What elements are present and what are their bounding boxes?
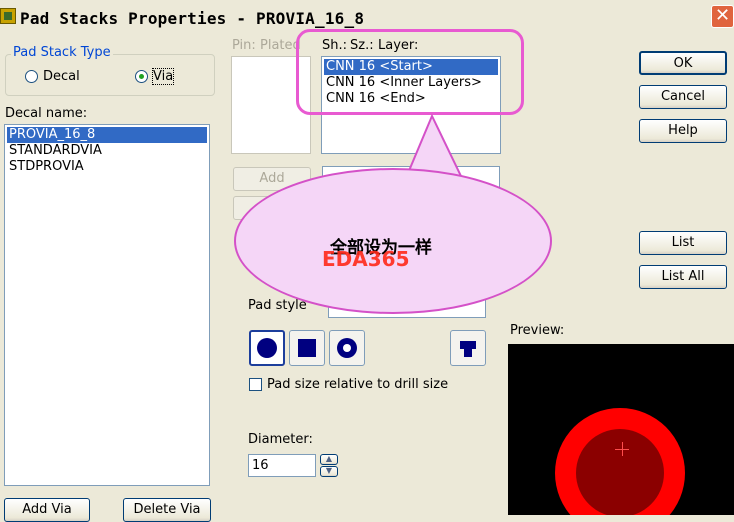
relative-size-checkbox[interactable] [249, 378, 262, 391]
list-button[interactable]: List [639, 231, 727, 255]
drill-hole-shape [576, 429, 664, 515]
custom-pad-icon [460, 341, 476, 357]
decal-name-label: Decal name: [5, 106, 88, 121]
window-title: Pad Stacks Properties - PROVIA_16_8 [20, 9, 365, 28]
square-pad-icon [298, 339, 316, 357]
diameter-spinner[interactable]: ▲ ▼ [320, 454, 338, 477]
pad-stack-type-legend: Pad Stack Type [11, 45, 113, 60]
via-radio[interactable] [135, 70, 148, 83]
diameter-label: Diameter: [248, 432, 313, 447]
layer-highlight-callout [296, 29, 524, 115]
decal-list-item[interactable]: STANDARDVIA [7, 143, 207, 159]
app-icon [0, 8, 16, 24]
spin-up-icon[interactable]: ▲ [320, 454, 338, 465]
round-pad-button[interactable] [249, 330, 285, 366]
decal-radio[interactable] [25, 70, 38, 83]
custom-pad-button[interactable] [450, 330, 486, 366]
decal-list-item[interactable]: PROVIA_16_8 [7, 127, 207, 143]
via-radio-label: Via [151, 68, 175, 85]
annular-pad-icon [337, 338, 357, 358]
diameter-value: 16 [252, 458, 269, 473]
crosshair-icon [622, 442, 623, 456]
decal-list[interactable]: PROVIA_16_8 STANDARDVIA STDPROVIA [4, 124, 210, 486]
spin-down-icon[interactable]: ▼ [320, 466, 338, 477]
add-via-button[interactable]: Add Via [4, 498, 90, 522]
delete-via-button[interactable]: Delete Via [123, 498, 211, 522]
plated-header: Plated [260, 38, 301, 53]
round-pad-icon [257, 338, 277, 358]
eda365-watermark: EDA365 [322, 247, 410, 271]
pin-header: Pin: [232, 38, 256, 53]
help-button[interactable]: Help [639, 119, 727, 143]
diameter-input[interactable]: 16 [248, 454, 316, 477]
list-all-button[interactable]: List All [639, 265, 727, 289]
cancel-button[interactable]: Cancel [639, 85, 727, 109]
annular-pad-button[interactable] [329, 330, 365, 366]
decal-radio-label: Decal [43, 69, 80, 84]
close-button[interactable]: ✕ [711, 5, 734, 28]
preview-label: Preview: [510, 323, 565, 338]
pad-style-label: Pad style [248, 298, 307, 313]
relative-size-label: Pad size relative to drill size [267, 377, 449, 392]
decal-list-item[interactable]: STDPROVIA [7, 159, 207, 175]
square-pad-button[interactable] [289, 330, 325, 366]
preview-canvas [508, 344, 734, 515]
ok-button[interactable]: OK [639, 51, 727, 75]
